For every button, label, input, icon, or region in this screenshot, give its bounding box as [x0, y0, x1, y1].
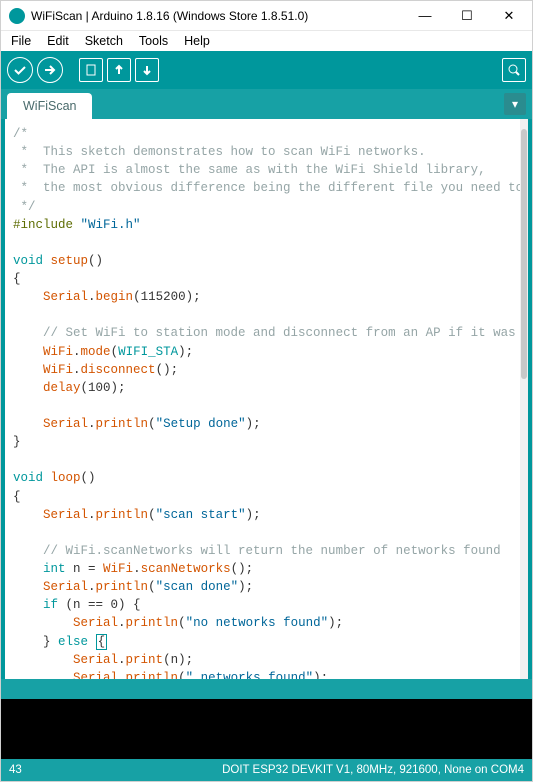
window-title: WiFiScan | Arduino 1.8.16 (Windows Store…	[31, 9, 308, 23]
minimize-button[interactable]: —	[404, 2, 446, 30]
menubar: File Edit Sketch Tools Help	[1, 31, 532, 51]
tab-menu-button[interactable]: ▾	[504, 93, 526, 115]
menu-edit[interactable]: Edit	[41, 32, 75, 50]
verify-button[interactable]	[7, 57, 33, 83]
statusbar: 43 DOIT ESP32 DEVKIT V1, 80MHz, 921600, …	[1, 759, 532, 781]
code-editor[interactable]: /* * This sketch demonstrates how to sca…	[5, 119, 528, 679]
scrollbar[interactable]	[520, 119, 528, 679]
menu-help[interactable]: Help	[178, 32, 216, 50]
menu-tools[interactable]: Tools	[133, 32, 174, 50]
tab-row: WiFiScan ▾	[1, 89, 532, 119]
tab-wifiscan[interactable]: WiFiScan	[7, 93, 92, 119]
save-button[interactable]	[135, 58, 159, 82]
open-button[interactable]	[107, 58, 131, 82]
new-button[interactable]	[79, 58, 103, 82]
console-divider[interactable]	[1, 679, 532, 699]
app-icon	[9, 8, 25, 24]
scroll-thumb[interactable]	[521, 129, 527, 379]
titlebar: WiFiScan | Arduino 1.8.16 (Windows Store…	[1, 1, 532, 31]
console-output[interactable]	[1, 699, 532, 759]
close-button[interactable]: ✕	[488, 2, 530, 30]
serial-monitor-button[interactable]	[502, 58, 526, 82]
upload-button[interactable]	[37, 57, 63, 83]
menu-file[interactable]: File	[5, 32, 37, 50]
cursor-icon: {	[96, 634, 108, 650]
toolbar	[1, 51, 532, 89]
status-line: 43	[9, 764, 22, 776]
status-board: DOIT ESP32 DEVKIT V1, 80MHz, 921600, Non…	[222, 764, 524, 776]
editor-area: /* * This sketch demonstrates how to sca…	[1, 119, 532, 679]
maximize-button[interactable]: ☐	[446, 2, 488, 30]
menu-sketch[interactable]: Sketch	[79, 32, 129, 50]
